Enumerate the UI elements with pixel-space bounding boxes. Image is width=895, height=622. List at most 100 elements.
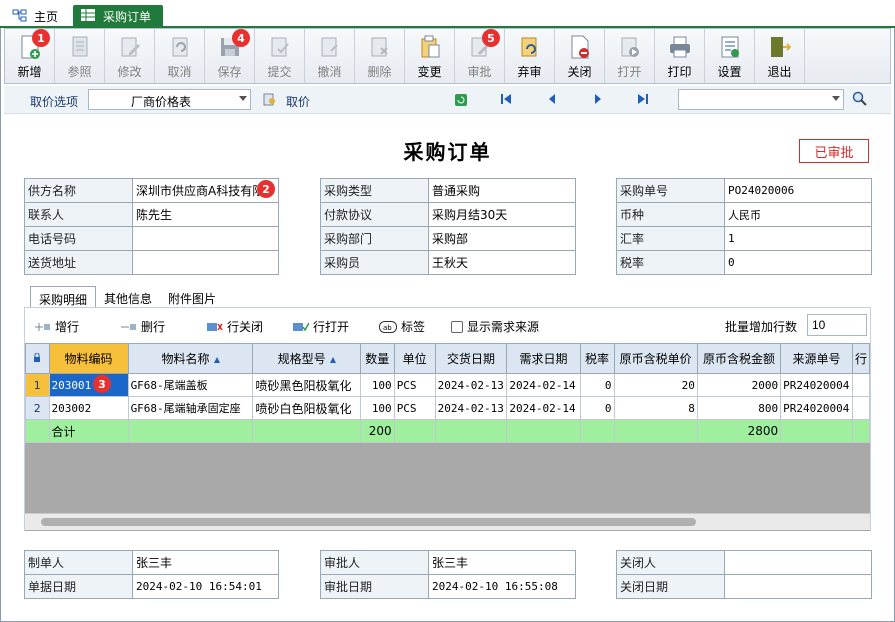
column-header[interactable]: 规格型号 [252,343,361,374]
cell-need[interactable]: 2024-02-14 [506,396,581,420]
field-value[interactable]: 普通采购 [428,178,576,203]
cell-spec[interactable]: 喷砂白色阳极氧化 [252,396,361,420]
fetch-price-button[interactable]: 取价 [286,93,310,110]
field-value[interactable]: 0 [724,250,872,275]
field-value[interactable] [724,550,872,575]
field-value[interactable]: 陈先生 [132,202,279,227]
scrollbar-thumb[interactable] [41,518,696,526]
price-option-select[interactable]: 厂商价格表 [88,89,251,110]
checkbox-box[interactable] [451,320,463,333]
toolbar-button-3[interactable]: 取消 [155,29,205,83]
cell-qty[interactable]: 100 [359,373,395,397]
cell-qty[interactable]: 100 [359,396,395,420]
cell-unit[interactable]: PCS [393,396,436,420]
field-value[interactable]: 王秋天 [428,250,576,275]
horizontal-scrollbar[interactable] [25,513,870,530]
open-row-button[interactable]: 行打开 [293,318,349,335]
toolbar-button-15[interactable]: 退出 [755,29,805,83]
toolbar-button-9[interactable]: 审批 5 [455,29,505,83]
field-value[interactable]: 2024-02-10 16:54:01 [132,574,279,599]
field-value[interactable]: PO24020006 [724,178,872,203]
cell-delivery[interactable]: 2024-02-13 [434,373,508,397]
cell-amount[interactable]: 2000 [696,373,782,397]
cell-extra[interactable] [851,396,870,420]
tab-home[interactable]: 主页 [4,5,66,27]
column-header[interactable]: 税率 [579,343,615,374]
field-value[interactable]: 张三丰 [132,550,279,575]
last-record-icon[interactable] [636,93,650,107]
tab-purchase-order[interactable]: 采购订单 [73,5,163,27]
toolbar-button-5[interactable]: 提交 [255,29,305,83]
next-record-icon[interactable] [591,93,605,107]
toolbar-button-11[interactable]: 关闭 [555,29,605,83]
toolbar-button-1[interactable]: 参照 [55,29,105,83]
column-header[interactable]: 物料编码 [48,343,129,374]
cell-amount[interactable]: 800 [696,396,782,420]
fetch-price-icon[interactable] [263,93,277,106]
cell-spec[interactable]: 喷砂黑色阳极氧化 [252,373,361,397]
field-value[interactable] [132,226,279,251]
record-search-select[interactable] [678,89,844,110]
column-header[interactable]: 原币含税金额 [696,343,782,374]
field-value[interactable]: 采购部 [428,226,576,251]
search-icon[interactable] [852,91,868,107]
table-row[interactable]: 1 203001 GF68-尾端盖板 喷砂黑色阳极氧化 100 PCS 2024-02-13… [25,373,870,397]
first-record-icon[interactable] [499,93,513,107]
cell-delivery[interactable]: 2024-02-13 [434,396,508,420]
column-header[interactable]: 交货日期 [434,343,508,374]
cell-extra[interactable] [851,373,870,397]
cell-tax[interactable]: 0 [579,396,615,420]
row-number[interactable]: 1 [25,373,50,397]
close-row-button[interactable]: 行关闭 [207,318,263,335]
column-header[interactable]: 物料名称 [127,343,254,374]
refresh-icon[interactable] [454,93,468,107]
row-number-header[interactable] [25,343,50,374]
field-value[interactable] [132,250,279,275]
chevron-down-icon [239,96,247,101]
table-row[interactable]: 2 203002 GF68-尾端轴承固定座 喷砂白色阳极氧化 100 PCS 2024-02… [25,396,870,420]
column-header[interactable]: 原币含税单价 [613,343,698,374]
delete-row-button[interactable]: 删行 [121,318,165,335]
toolbar-button-8[interactable]: 变更 [405,29,455,83]
cell-source[interactable]: PR24020004 [780,396,853,420]
cell-tax[interactable]: 0 [579,373,615,397]
toolbar-button-10[interactable]: 弃审 [505,29,555,83]
cell-code[interactable]: 203002 [48,396,129,420]
column-header[interactable]: 单位 [393,343,436,374]
column-header[interactable]: 数量 [359,343,395,374]
detail-tab-1[interactable]: 其他信息 [96,286,160,308]
detail-tab-0[interactable]: 采购明细 [30,286,97,308]
field-value[interactable] [724,574,872,599]
toolbar-button-14[interactable]: 设置 [705,29,755,83]
field-value[interactable]: 人民币 [724,202,872,227]
field-value[interactable]: 1 [724,226,872,251]
add-row-button[interactable]: 增行 [35,318,79,335]
cell-name[interactable]: GF68-尾端轴承固定座 [127,396,254,420]
cell-name[interactable]: GF68-尾端盖板 [127,373,254,397]
cell-code[interactable]: 203001 [48,373,129,397]
column-header[interactable]: 需求日期 [506,343,581,374]
toolbar-button-7[interactable]: 删除 [355,29,405,83]
cell-source[interactable]: PR24020004 [780,373,853,397]
cell-need[interactable]: 2024-02-14 [506,373,581,397]
batch-add-input[interactable] [807,314,867,336]
cell-price[interactable]: 8 [613,396,698,420]
column-header[interactable]: 来源单号 [780,343,853,374]
toolbar-button-0[interactable]: 新增 1 [5,29,55,83]
toolbar-button-6[interactable]: 撤消 [305,29,355,83]
cell-price[interactable]: 20 [613,373,698,397]
row-number[interactable]: 2 [25,396,50,420]
field-value[interactable]: 2024-02-10 16:55:08 [428,574,576,599]
detail-tab-2[interactable]: 附件图片 [160,286,224,308]
show-source-checkbox[interactable]: 显示需求来源 [451,318,539,335]
tag-button[interactable]: ab 标签 [379,318,425,335]
previous-record-icon[interactable] [545,93,559,107]
toolbar-button-12[interactable]: 打开 [605,29,655,83]
toolbar-button-13[interactable]: 打印 [655,29,705,83]
field-value[interactable]: 张三丰 [428,550,576,575]
field-value[interactable]: 采购月结30天 [428,202,576,227]
cell-unit[interactable]: PCS [393,373,436,397]
toolbar-button-2[interactable]: 修改 [105,29,155,83]
toolbar-button-4[interactable]: 保存 4 [205,29,255,83]
column-header[interactable]: 行 [851,343,870,374]
